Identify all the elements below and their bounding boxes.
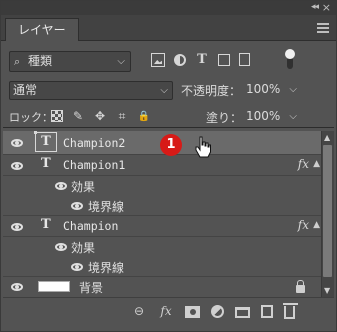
visibility-eye-icon[interactable]	[11, 139, 23, 147]
lock-all-icon[interactable]: 🔒	[137, 110, 151, 123]
annotation-badge: 1	[160, 134, 182, 156]
layer-thumbnail	[38, 281, 70, 292]
add-layer-style-icon[interactable]: fx	[158, 303, 174, 319]
hand-cursor-icon	[195, 136, 211, 158]
chevron-down-icon: ⌵	[160, 85, 168, 96]
opacity-label: 不透明度：	[181, 84, 242, 98]
lock-pixels-icon[interactable]: ✎	[71, 110, 85, 123]
chevron-down-icon: ⌵	[117, 56, 125, 67]
effect-row-stroke[interactable]: 境界線	[3, 257, 321, 277]
opacity-field[interactable]: 100% ⌵	[243, 81, 301, 100]
toggle-knob	[285, 49, 295, 59]
chevron-up-icon[interactable]: ▲	[313, 220, 320, 230]
opacity-value: 100%	[246, 82, 281, 96]
smart-object-filter-icon[interactable]	[239, 53, 250, 66]
effects-row[interactable]: 効果	[3, 237, 321, 257]
layer-row-background[interactable]: 背景	[3, 277, 321, 297]
panel-menu-icon[interactable]	[317, 23, 329, 33]
effects-label: 効果	[71, 180, 96, 194]
visibility-eye-icon[interactable]	[55, 182, 67, 190]
effect-name: 境界線	[88, 261, 125, 275]
layer-name[interactable]: 背景	[79, 279, 103, 296]
text-layer-icon: T	[34, 131, 57, 152]
chevron-up-icon[interactable]: ▲	[313, 159, 320, 169]
text-layer-icon: T	[41, 156, 51, 171]
fx-icon[interactable]: fx	[298, 157, 309, 171]
visibility-eye-icon[interactable]	[11, 223, 23, 231]
kind-filter-label: 種類	[28, 54, 53, 68]
lock-icons: ✎ ✥ ⌗ 🔒	[51, 110, 151, 123]
scrollbar-thumb[interactable]	[323, 145, 332, 277]
layer-name[interactable]: Champion2	[63, 136, 125, 150]
lock-icon	[296, 280, 305, 293]
divider	[3, 127, 334, 128]
layer-name[interactable]: Champion1	[63, 158, 125, 172]
panel-title-strip: ◂◂ ×	[1, 1, 336, 15]
scroll-down-icon[interactable]: ▼	[324, 286, 330, 295]
delete-layer-icon[interactable]	[283, 303, 298, 319]
tab-layers[interactable]: レイヤー	[5, 18, 79, 41]
tab-bar: レイヤー	[1, 15, 336, 41]
effect-name: 境界線	[88, 200, 125, 214]
blend-mode-dropdown[interactable]: 通常 ⌵	[9, 81, 173, 100]
layer-row-champion1[interactable]: T Champion1 fx ▲	[3, 155, 321, 176]
filter-icons: T	[151, 53, 250, 67]
effects-label: 効果	[71, 241, 96, 255]
chevron-down-icon: ⌵	[289, 111, 297, 122]
effects-row[interactable]: 効果	[3, 176, 321, 196]
layers-panel: ◂◂ × レイヤー ⌕ 種類 ⌵ T 通常 ⌵ 不透明度： 100% ⌵ ロック…	[0, 0, 337, 332]
link-layers-icon[interactable]: ⊖	[131, 303, 147, 319]
fill-label: 塗り：	[206, 111, 243, 125]
fx-icon[interactable]: fx	[298, 218, 309, 232]
layers-list: T Champion2 T Champion1 fx ▲ 効果 境界線 T Ch…	[3, 131, 321, 297]
shape-layer-filter-icon[interactable]	[218, 54, 230, 66]
toggle-stem	[287, 59, 293, 69]
add-mask-icon[interactable]	[185, 306, 200, 318]
chevron-down-icon: ⌵	[289, 84, 297, 95]
layers-scrollbar[interactable]: ▲ ▼	[321, 131, 334, 297]
adjustment-layer-filter-icon[interactable]	[174, 54, 186, 66]
visibility-eye-icon[interactable]	[11, 283, 23, 291]
fill-value: 100%	[246, 109, 281, 123]
lock-position-icon[interactable]: ✥	[93, 110, 107, 123]
blend-mode-value: 通常	[13, 83, 38, 97]
layer-name[interactable]: Champion	[63, 219, 118, 233]
bottom-icons: ⊖ fx	[131, 303, 298, 319]
lock-transparency-icon[interactable]	[51, 110, 63, 122]
bottom-toolbar: ⊖ fx	[3, 297, 334, 325]
new-group-icon[interactable]	[235, 306, 250, 318]
filter-toggle-switch[interactable]	[285, 49, 295, 71]
pixel-layer-filter-icon[interactable]	[151, 53, 165, 67]
visibility-eye-icon[interactable]	[11, 162, 23, 170]
visibility-eye-icon[interactable]	[71, 263, 83, 271]
new-layer-icon[interactable]	[261, 304, 273, 318]
text-layer-icon: T	[41, 217, 51, 232]
visibility-eye-icon[interactable]	[71, 202, 83, 210]
collapse-icon[interactable]: ◂◂	[311, 2, 319, 12]
new-adjustment-layer-icon[interactable]	[211, 304, 224, 318]
lock-artboard-icon[interactable]: ⌗	[115, 110, 129, 123]
scroll-up-icon[interactable]: ▲	[324, 133, 330, 142]
fill-field[interactable]: 100% ⌵	[243, 108, 301, 127]
close-icon[interactable]: ×	[322, 1, 331, 14]
text-layer-filter-icon[interactable]: T	[195, 53, 209, 67]
search-icon: ⌕	[14, 55, 21, 68]
lock-label: ロック：	[9, 111, 53, 124]
effect-row-stroke[interactable]: 境界線	[3, 196, 321, 216]
kind-filter-dropdown[interactable]: ⌕ 種類 ⌵	[9, 51, 131, 72]
visibility-eye-icon[interactable]	[55, 243, 67, 251]
layer-row-champion[interactable]: T Champion fx ▲	[3, 216, 321, 237]
